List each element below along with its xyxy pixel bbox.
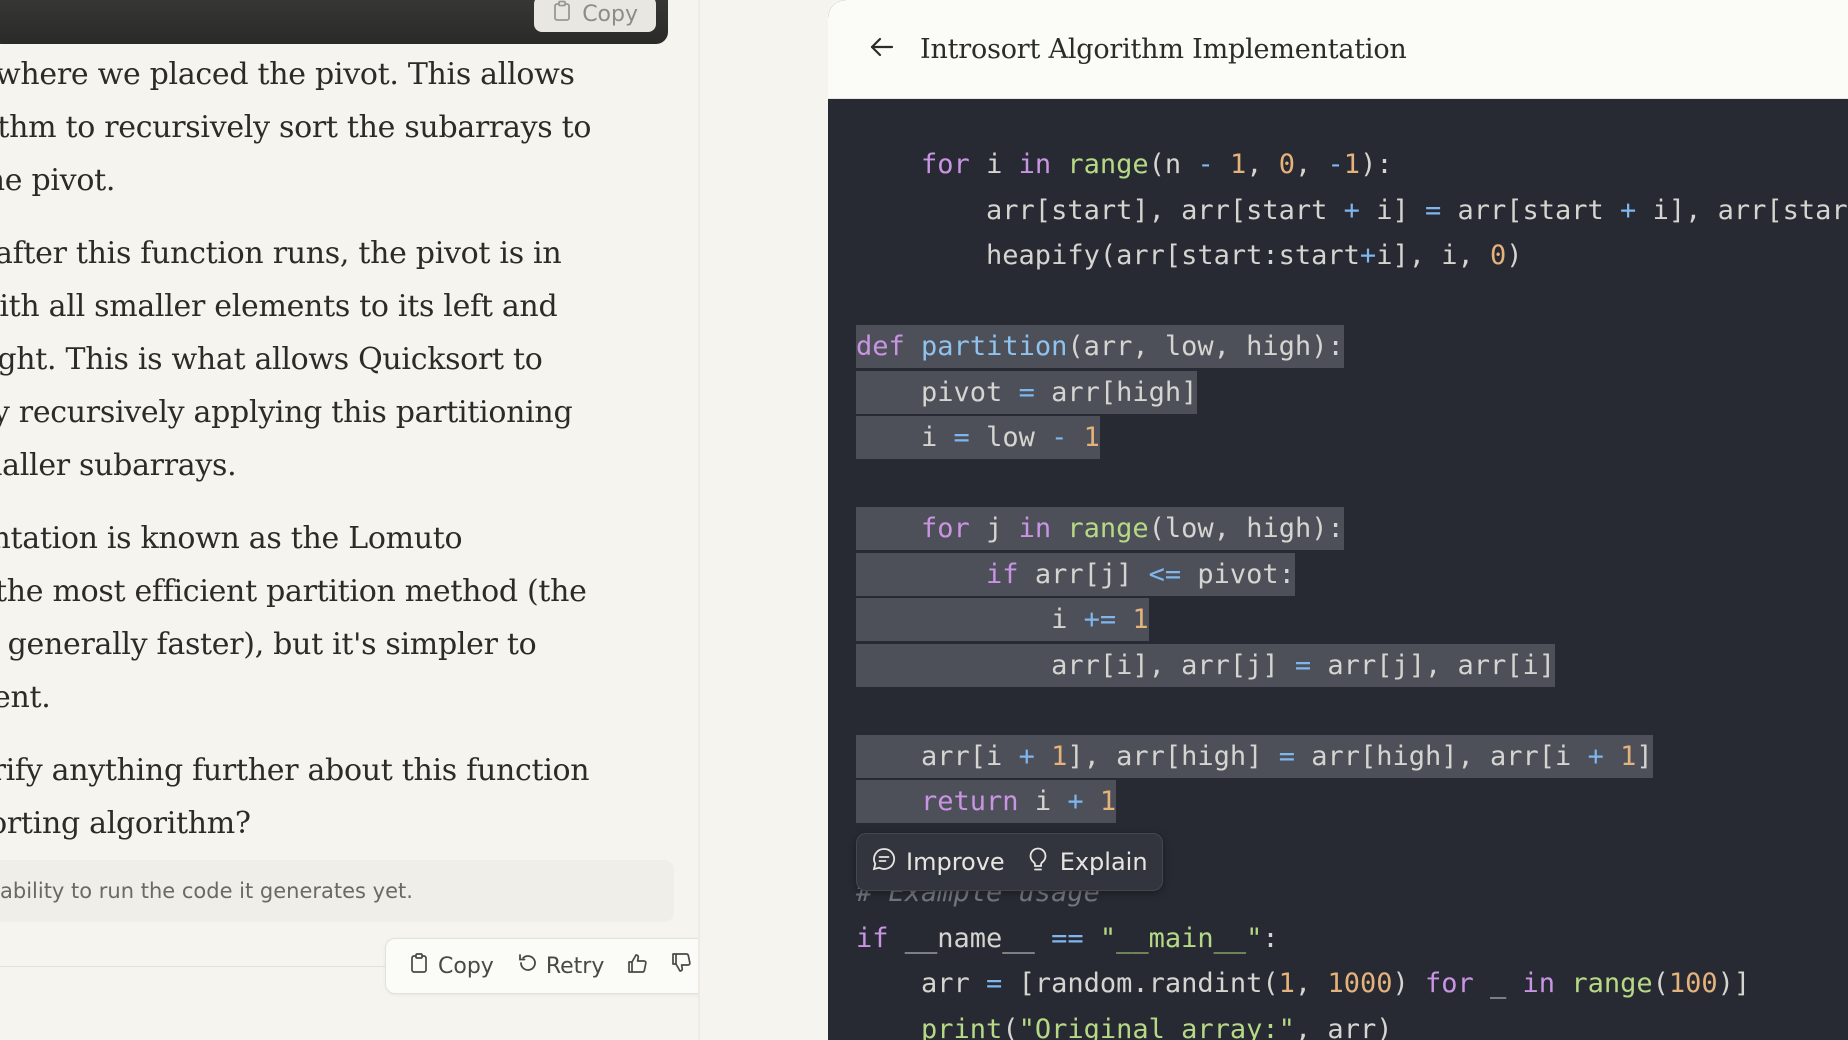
text-line: arify anything further about this functi… xyxy=(0,753,590,788)
text-line: is generally faster), but it's simpler t… xyxy=(0,627,537,662)
code-line: i += 1 xyxy=(856,597,1848,643)
explain-label: Explain xyxy=(1059,848,1148,876)
code-copy-button[interactable]: Copy xyxy=(534,0,656,32)
text-line: t after this function runs, the pivot is… xyxy=(0,236,562,271)
message-paragraph: entation is known as the Lomuto t the mo… xyxy=(0,512,674,724)
chat-bubble-icon xyxy=(871,846,897,878)
text-line: t the most efficient partition method (t… xyxy=(0,574,587,609)
code-line-text: heapify(arr[start:start+i], i, 0) xyxy=(856,240,1523,271)
code-line: return i + 1 xyxy=(856,779,1848,825)
code-line: for i in range(n - 1, 0, -1): xyxy=(856,142,1848,188)
artifact-title: Introsort Algorithm Implementation xyxy=(920,33,1407,65)
code-line-text: i += 1 xyxy=(856,598,1149,641)
text-line: t where we placed the pivot. This allows xyxy=(0,57,575,92)
code-line: pivot = arr[high] xyxy=(856,370,1848,416)
thumbs-down-icon xyxy=(670,952,692,980)
retry-icon xyxy=(516,952,538,980)
thumbs-up-icon xyxy=(626,952,648,980)
copy-label: Copy xyxy=(438,953,494,979)
code-line: def partition(arr, low, high): xyxy=(856,324,1848,370)
artifact-panel: Introsort Algorithm Implementation for i… xyxy=(828,0,1848,1040)
code-line-text: arr[i], arr[j] = arr[j], arr[i] xyxy=(856,643,1556,687)
code-line-text: print("Original array:", arr) xyxy=(921,1013,1393,1040)
code-line: i = low - 1 xyxy=(856,415,1848,461)
code-line-text: for i in range(n - 1, 0, -1): xyxy=(921,149,1393,180)
code-line: arr[i], arr[j] = arr[j], arr[i] xyxy=(856,643,1848,689)
disclaimer-note: ability to run the code it generates yet… xyxy=(0,860,674,922)
arrow-left-icon xyxy=(868,33,896,65)
assistant-message: t where we placed the pivot. This allows… xyxy=(0,48,674,870)
code-line-text: arr[i + 1], arr[high] = arr[high], arr[i… xyxy=(856,734,1653,778)
text-line: the pivot. xyxy=(0,163,116,198)
explain-button[interactable]: Explain xyxy=(1025,846,1148,878)
code-line-text: pivot = arr[high] xyxy=(856,370,1198,414)
code-line: heapify(arr[start:start+i], i, 0) xyxy=(856,233,1848,279)
code-line: print("Original array:", arr) xyxy=(856,1007,1848,1040)
message-divider xyxy=(0,966,385,967)
text-line: maller subarrays. xyxy=(0,448,237,483)
code-line: if arr[j] <= pivot: xyxy=(856,552,1848,598)
retry-button[interactable]: Retry xyxy=(508,948,613,984)
text-line: sorting algorithm? xyxy=(0,806,251,841)
code-line-text: arr = [random.randint(1, 1000) for _ in … xyxy=(856,968,1751,999)
thumbs-down-button[interactable] xyxy=(662,948,700,984)
text-line: with all smaller elements to its left an… xyxy=(0,289,558,324)
thumbs-up-button[interactable] xyxy=(618,948,656,984)
message-paragraph: t where we placed the pivot. This allows… xyxy=(0,48,674,207)
chat-pane: Copy t where we placed the pivot. This a… xyxy=(0,0,700,1040)
code-line-text: def partition(arr, low, high): xyxy=(856,325,1344,368)
code-line-text: i = low - 1 xyxy=(856,416,1100,459)
copy-button[interactable]: Copy xyxy=(400,948,502,984)
code-line-text: if arr[j] <= pivot: xyxy=(856,552,1295,596)
retry-label: Retry xyxy=(545,953,605,979)
text-line: nent. xyxy=(0,680,51,715)
lightbulb-icon xyxy=(1025,846,1051,878)
message-paragraph: arify anything further about this functi… xyxy=(0,744,674,850)
back-button[interactable] xyxy=(862,29,902,69)
previous-code-block: Copy xyxy=(0,0,668,44)
code-line: for j in range(low, high): xyxy=(856,506,1848,552)
clipboard-icon xyxy=(408,952,430,980)
text-line: by recursively applying this partitionin… xyxy=(0,395,573,430)
text-line: rithm to recursively sort the subarrays … xyxy=(0,110,592,145)
code-line: arr[start], arr[start + i] = arr[start +… xyxy=(856,188,1848,234)
code-editor[interactable]: for i in range(n - 1, 0, -1): arr[start]… xyxy=(856,142,1848,1040)
code-line: arr[i + 1], arr[high] = arr[high], arr[i… xyxy=(856,734,1848,780)
selection-toolbar: Improve Explain xyxy=(856,833,1163,891)
improve-label: Improve xyxy=(906,848,1005,876)
code-line: arr = [random.randint(1, 1000) for _ in … xyxy=(856,961,1848,1007)
clipboard-icon xyxy=(552,0,572,28)
code-line-text: if __name__ == "__main__": xyxy=(856,922,1279,954)
code-line-text: for j in range(low, high): xyxy=(856,507,1344,550)
code-line-text: return i + 1 xyxy=(856,780,1117,823)
message-paragraph: t after this function runs, the pivot is… xyxy=(0,227,674,492)
pane-divider xyxy=(698,0,700,1040)
code-copy-label: Copy xyxy=(582,1,638,27)
code-line: if __name__ == "__main__": xyxy=(856,916,1848,962)
artifact-header: Introsort Algorithm Implementation xyxy=(828,0,1848,99)
code-line-text: arr[start], arr[start + i] = arr[start +… xyxy=(856,194,1848,226)
text-line: entation is known as the Lomuto xyxy=(0,521,463,556)
text-line: right. This is what allows Quicksort to xyxy=(0,342,543,377)
improve-button[interactable]: Improve xyxy=(871,846,1005,878)
message-action-bar: Copy Retry xyxy=(385,938,700,994)
